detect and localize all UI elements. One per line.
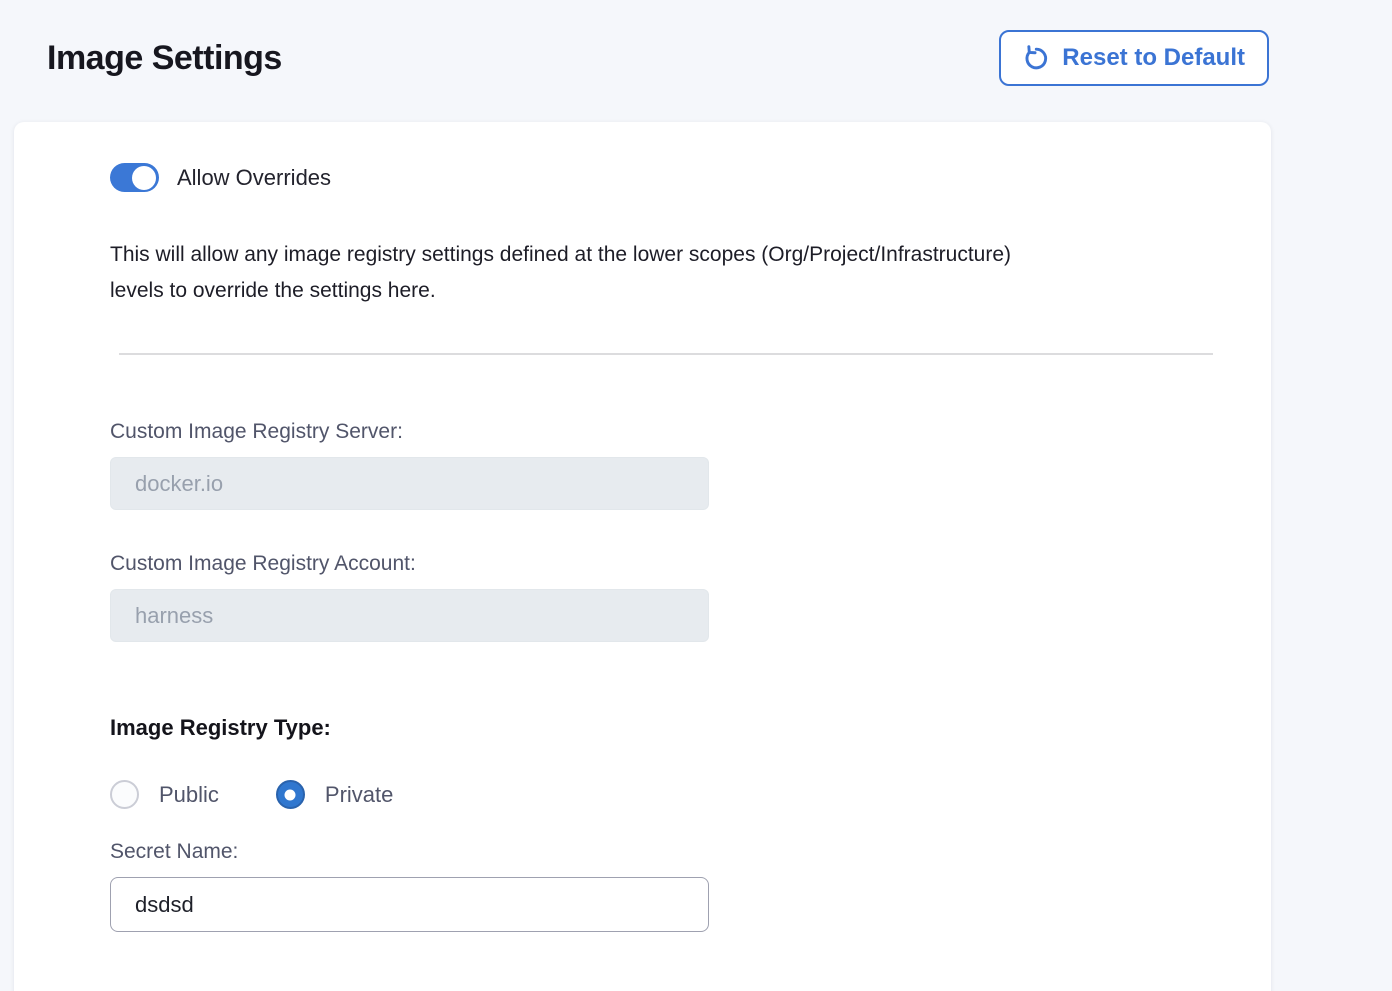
toggle-knob-icon	[132, 166, 156, 190]
registry-type-label: Image Registry Type:	[110, 715, 1225, 741]
page-header: Image Settings Reset to Default	[0, 0, 1392, 88]
allow-overrides-label: Allow Overrides	[177, 165, 331, 191]
radio-public-label: Public	[159, 782, 219, 808]
reset-to-default-button[interactable]: Reset to Default	[999, 30, 1269, 86]
image-settings-card: Allow Overrides This will allow any imag…	[14, 122, 1271, 991]
page-title: Image Settings	[47, 39, 282, 78]
registry-server-label: Custom Image Registry Server:	[110, 420, 1225, 444]
radio-public-icon[interactable]	[110, 780, 139, 809]
allow-overrides-toggle[interactable]	[110, 163, 159, 192]
allow-overrides-row: Allow Overrides	[110, 163, 1225, 192]
section-divider	[119, 353, 1213, 355]
secret-name-label: Secret Name:	[110, 840, 1225, 864]
description-line-2: levels to override the settings here.	[110, 279, 436, 302]
overrides-description: This will allow any image registry setti…	[110, 237, 1225, 309]
registry-type-radio-group: Public Private	[110, 780, 1225, 809]
registry-server-input	[110, 457, 709, 510]
registry-account-input	[110, 589, 709, 642]
reset-icon	[1023, 45, 1050, 72]
description-line-1: This will allow any image registry setti…	[110, 243, 1011, 266]
radio-private-label: Private	[325, 782, 393, 808]
radio-option-private[interactable]: Private	[276, 780, 393, 809]
radio-private-icon[interactable]	[276, 780, 305, 809]
registry-account-label: Custom Image Registry Account:	[110, 552, 1225, 576]
secret-name-input[interactable]	[110, 877, 709, 932]
reset-button-label: Reset to Default	[1062, 44, 1245, 72]
radio-option-public[interactable]: Public	[110, 780, 219, 809]
